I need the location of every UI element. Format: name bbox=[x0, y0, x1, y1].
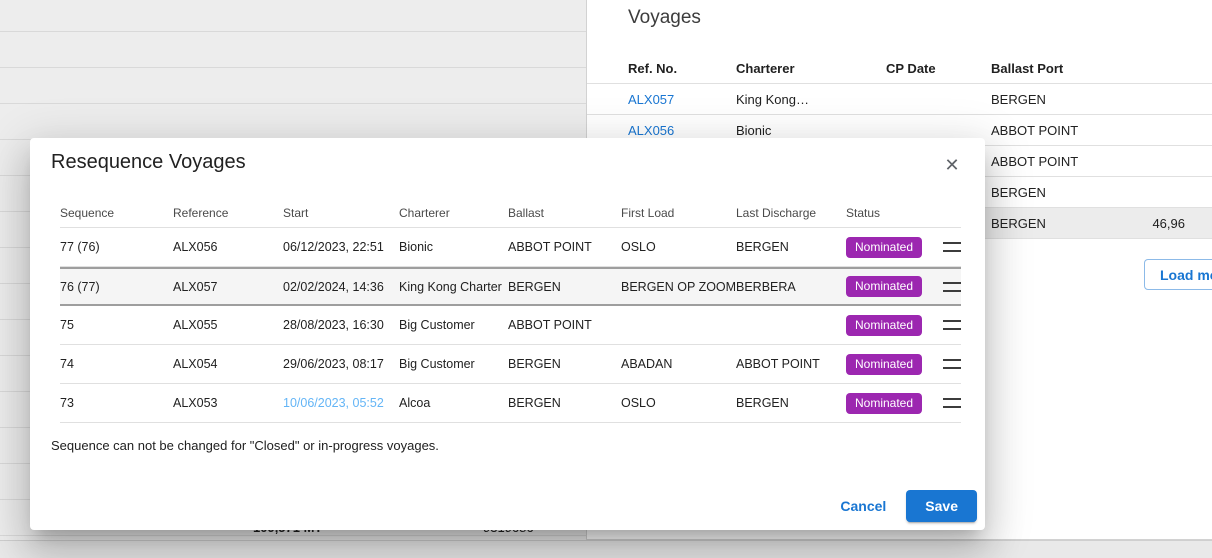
row-reference: ALX056 bbox=[173, 240, 283, 254]
column-header-first-load: First Load bbox=[621, 206, 736, 220]
status-badge: Nominated bbox=[846, 393, 922, 414]
status-badge: Nominated bbox=[846, 315, 922, 336]
cancel-button[interactable]: Cancel bbox=[828, 490, 898, 522]
voyage-charterer: Bionic bbox=[736, 123, 886, 138]
row-start: 06/12/2023, 22:51 bbox=[283, 240, 399, 254]
row-reference: ALX054 bbox=[173, 357, 283, 371]
resequence-row-dragged[interactable]: 76 (77) ALX057 02/02/2024, 14:36 King Ko… bbox=[60, 267, 961, 306]
drag-handle-icon[interactable] bbox=[943, 242, 961, 252]
save-button[interactable]: Save bbox=[906, 490, 977, 522]
dialog-actions: Cancel Save bbox=[828, 490, 977, 522]
column-header-charterer: Charterer bbox=[399, 206, 508, 220]
row-first-load: BERGEN OP ZOOM bbox=[621, 280, 736, 294]
voyage-ballast-port: ABBOT POINT bbox=[991, 123, 1117, 138]
row-charterer: King Kong Charter bbox=[399, 280, 508, 294]
row-first-load: ABADAN bbox=[621, 357, 736, 371]
row-start: 29/06/2023, 08:17 bbox=[283, 357, 399, 371]
resequence-row[interactable]: 75 ALX055 28/08/2023, 16:30 Big Customer… bbox=[60, 306, 961, 345]
status-badge: Nominated bbox=[846, 354, 922, 375]
row-last-discharge: BERGEN bbox=[736, 396, 846, 410]
drag-handle-icon[interactable] bbox=[943, 320, 961, 330]
row-charterer: Alcoa bbox=[399, 396, 508, 410]
column-header-status: Status bbox=[846, 206, 943, 220]
row-first-load: OSLO bbox=[621, 240, 736, 254]
row-ballast: ABBOT POINT bbox=[508, 318, 621, 332]
column-header-reference: Reference bbox=[173, 206, 283, 220]
row-start: 28/08/2023, 16:30 bbox=[283, 318, 399, 332]
row-ballast: BERGEN bbox=[508, 396, 621, 410]
resequence-table-header: Sequence Reference Start Charterer Balla… bbox=[60, 198, 961, 228]
row-reference: ALX057 bbox=[173, 280, 283, 294]
row-first-load: OSLO bbox=[621, 396, 736, 410]
row-start: 02/02/2024, 14:36 bbox=[283, 280, 399, 294]
drag-handle-icon[interactable] bbox=[943, 282, 961, 292]
column-header-ballast: Ballast bbox=[508, 206, 621, 220]
row-reference: ALX055 bbox=[173, 318, 283, 332]
resequence-row[interactable]: 73 ALX053 10/06/2023, 05:52 Alcoa BERGEN… bbox=[60, 384, 961, 423]
column-header-sequence: Sequence bbox=[60, 206, 173, 220]
voyages-table-header: Ref. No. Charterer CP Date Ballast Port bbox=[587, 54, 1212, 84]
drag-handle-icon[interactable] bbox=[943, 398, 961, 408]
voyage-ref-link[interactable]: ALX056 bbox=[628, 123, 674, 138]
column-header-start: Start bbox=[283, 206, 399, 220]
column-header-cp-date: CP Date bbox=[886, 61, 991, 76]
voyage-charterer: King Kong… bbox=[736, 92, 886, 107]
voyage-ballast-port: BERGEN bbox=[991, 92, 1117, 107]
row-charterer: Big Customer bbox=[399, 357, 508, 371]
row-ballast: BERGEN bbox=[508, 357, 621, 371]
row-sequence: 76 (77) bbox=[60, 280, 173, 294]
row-last-discharge: BERGEN bbox=[736, 240, 846, 254]
voyage-ballast-port: BERGEN bbox=[991, 216, 1117, 231]
resequence-row[interactable]: 77 (76) ALX056 06/12/2023, 22:51 Bionic … bbox=[60, 228, 961, 267]
drag-handle-icon[interactable] bbox=[943, 359, 961, 369]
voyage-ballast-port: BERGEN bbox=[991, 185, 1117, 200]
column-header-charterer: Charterer bbox=[736, 61, 886, 76]
row-ballast: ABBOT POINT bbox=[508, 240, 621, 254]
row-reference: ALX053 bbox=[173, 396, 283, 410]
voyage-ballast-port: ABBOT POINT bbox=[991, 154, 1117, 169]
bottom-strip bbox=[0, 540, 1212, 558]
row-sequence: 73 bbox=[60, 396, 173, 410]
resequence-table: Sequence Reference Start Charterer Balla… bbox=[60, 198, 961, 423]
row-start-link[interactable]: 10/06/2023, 05:52 bbox=[283, 396, 384, 410]
column-header-ballast-port: Ballast Port bbox=[991, 61, 1117, 76]
status-badge: Nominated bbox=[846, 237, 922, 258]
resequence-row[interactable]: 74 ALX054 29/06/2023, 08:17 Big Customer… bbox=[60, 345, 961, 384]
row-last-discharge: BERBERA bbox=[736, 280, 846, 294]
row-sequence: 75 bbox=[60, 318, 173, 332]
close-icon[interactable]: ✕ bbox=[939, 152, 965, 178]
row-ballast: BERGEN bbox=[508, 280, 621, 294]
voyage-ref-link[interactable]: ALX057 bbox=[628, 92, 674, 107]
dialog-title: Resequence Voyages bbox=[51, 151, 246, 174]
voyage-value: 46,96 bbox=[1117, 216, 1212, 231]
row-charterer: Big Customer bbox=[399, 318, 508, 332]
row-sequence: 74 bbox=[60, 357, 173, 371]
row-sequence: 77 (76) bbox=[60, 240, 173, 254]
app-root: 109,571 MT 9319686 Voyages Ref. No. Char… bbox=[0, 0, 1212, 558]
status-badge: Nominated bbox=[846, 276, 922, 297]
voyages-panel-title: Voyages bbox=[628, 7, 701, 29]
column-header-ref-no: Ref. No. bbox=[587, 61, 736, 76]
load-more-button[interactable]: Load more bbox=[1144, 259, 1212, 290]
resequence-voyages-dialog: Resequence Voyages ✕ Sequence Reference … bbox=[30, 138, 985, 530]
dialog-note: Sequence can not be changed for "Closed"… bbox=[51, 438, 439, 453]
voyage-list-row[interactable]: ALX057 King Kong… BERGEN bbox=[587, 84, 1212, 115]
row-charterer: Bionic bbox=[399, 240, 508, 254]
column-header-last-discharge: Last Discharge bbox=[736, 206, 846, 220]
row-last-discharge: ABBOT POINT bbox=[736, 357, 846, 371]
